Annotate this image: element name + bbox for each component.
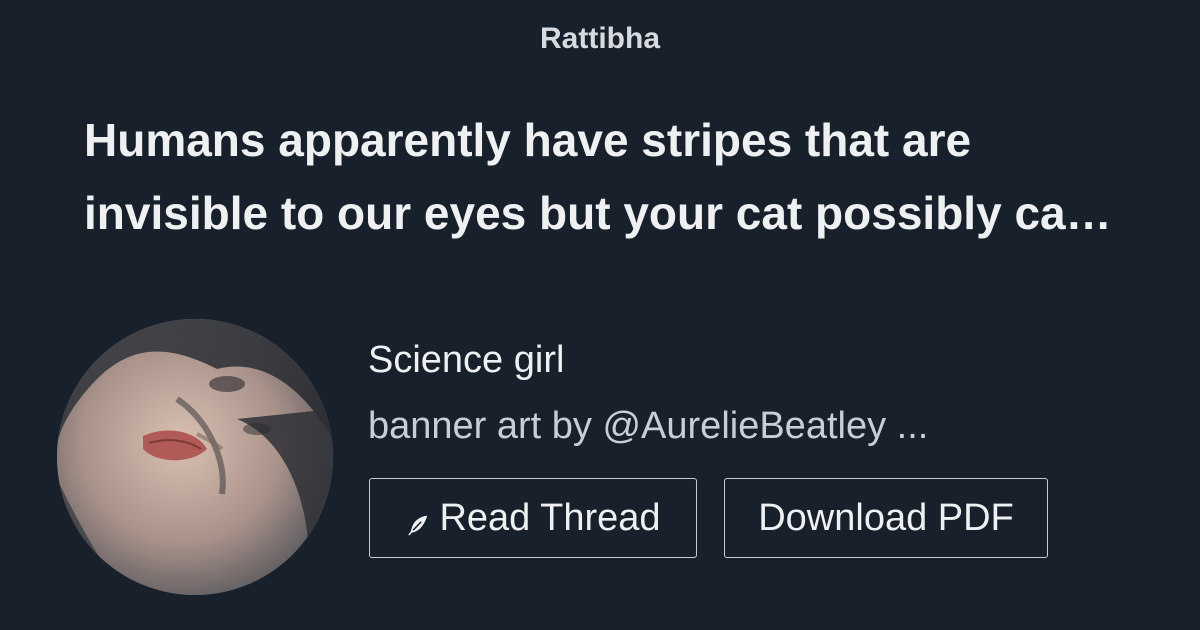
read-thread-label: Read Thread xyxy=(439,496,661,539)
author-name: Science girl xyxy=(368,339,565,381)
download-pdf-label: Download PDF xyxy=(758,496,1014,539)
author-bio: banner art by @AurelieBeatley ... xyxy=(368,405,929,447)
download-pdf-button[interactable]: Download PDF xyxy=(724,478,1048,558)
thread-title: Humans apparently have stripes that are … xyxy=(84,114,1112,239)
site-brand: Rattibha xyxy=(540,22,660,55)
feather-icon xyxy=(405,505,431,536)
read-thread-button[interactable]: Read Thread xyxy=(369,478,697,558)
author-avatar xyxy=(57,319,333,595)
